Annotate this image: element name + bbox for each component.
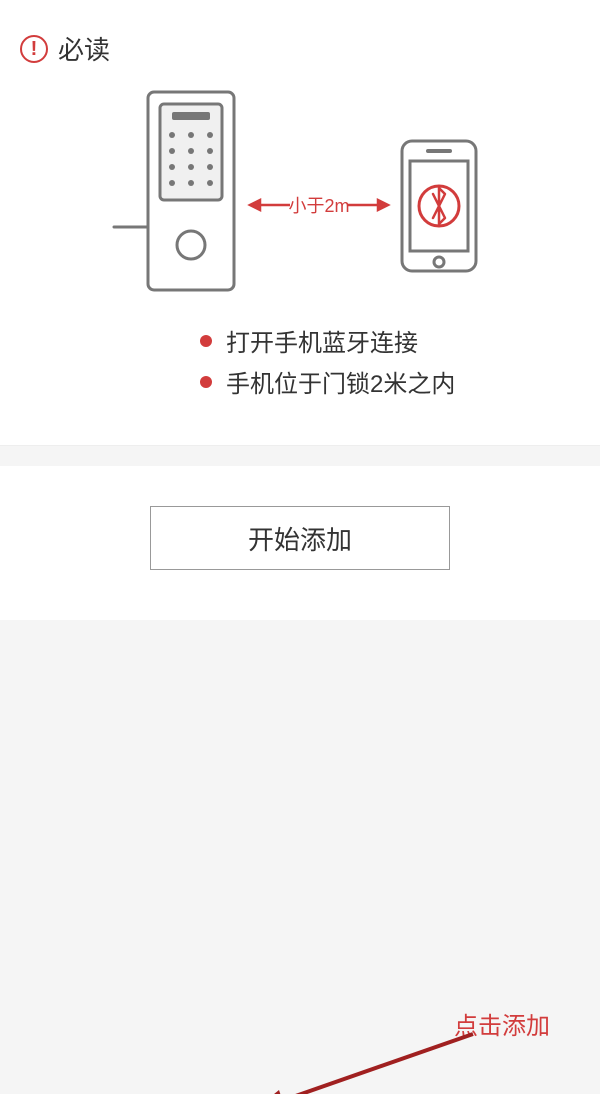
card-header: ! 必读 [20, 30, 580, 67]
button-label: 开始添加 [248, 520, 352, 557]
bullet-icon [200, 335, 212, 347]
list-item-label: 手机位于门锁2米之内 [226, 364, 455, 399]
instruction-card: ! 必读 [0, 0, 600, 446]
bullet-icon [200, 376, 212, 388]
list-item-label: 打开手机蓝牙连接 [226, 323, 418, 358]
card-title: 必读 [58, 30, 110, 67]
annotation-text: 点击添加 [454, 1006, 550, 1041]
list-item: 打开手机蓝牙连接 [200, 323, 580, 358]
arrow-icon [245, 1028, 505, 1094]
pairing-illustration: 小于2m [20, 77, 580, 317]
button-area: 开始添加 [0, 466, 600, 620]
instruction-list: 打开手机蓝牙连接 手机位于门锁2米之内 [200, 323, 580, 399]
alert-icon: ! [20, 35, 48, 63]
distance-label: 小于2m [288, 196, 349, 216]
list-item: 手机位于门锁2米之内 [200, 364, 580, 399]
start-add-button[interactable]: 开始添加 [150, 506, 450, 570]
